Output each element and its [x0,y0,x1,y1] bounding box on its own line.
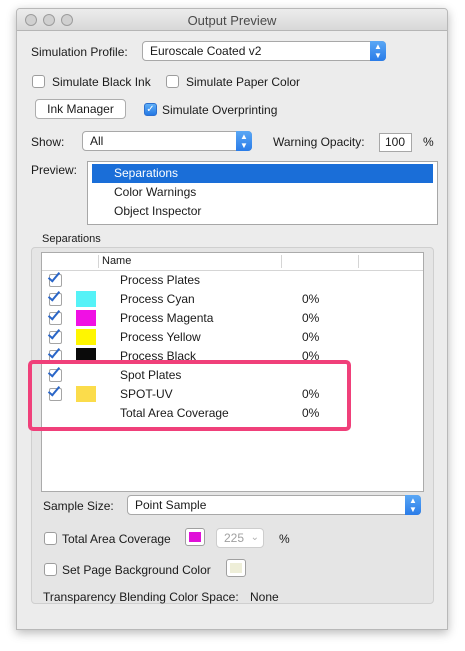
table-row-process-cyan[interactable]: Process Cyan 0% [42,288,423,309]
annotation-highlight [28,360,351,431]
simulate-black-ink-checkbox[interactable] [32,75,45,88]
simulation-profile-value: Euroscale Coated v2 [150,44,262,58]
simulate-overprinting-checkbox[interactable]: ✓ [144,103,157,116]
row-checkbox[interactable] [47,288,62,306]
ink-manager-button[interactable]: Ink Manager [35,99,126,119]
transparency-blending-value: None [250,590,279,604]
page-background-color-well[interactable] [226,559,246,577]
row-name: Process Cyan [120,292,195,306]
color-swatch [230,563,242,573]
sample-size-value: Point Sample [135,498,207,512]
simulate-paper-color-checkbox[interactable] [166,75,179,88]
set-page-background-checkbox[interactable] [44,563,57,576]
total-area-coverage-unit: % [279,532,290,546]
table-row-process-magenta[interactable]: Process Magenta 0% [42,307,423,328]
column-name-header[interactable]: Name [102,255,131,267]
updown-arrows-icon: ▲ ▼ [236,131,252,151]
checkmark-icon [47,345,61,359]
transparency-blending-label: Transparency Blending Color Space: [43,590,239,604]
table-row-process-plates[interactable]: Process Plates [42,269,423,290]
checkmark-icon [47,307,61,321]
color-swatch [189,532,201,542]
total-area-coverage-color-well[interactable] [185,528,205,546]
updown-arrows-icon: ▲ ▼ [405,495,421,515]
window-title: Output Preview [187,13,277,28]
sample-size-select[interactable]: Point Sample ▲ ▼ [127,495,421,515]
simulate-overprinting-label: Simulate Overprinting [162,103,278,117]
total-area-coverage-select[interactable]: 225 ⌄ [216,528,264,548]
total-area-coverage-checkbox[interactable] [44,532,57,545]
simulation-profile-select[interactable]: Euroscale Coated v2 ▲ ▼ [142,41,386,61]
yellow-swatch [76,329,96,345]
row-percentage: 0% [302,292,320,306]
preview-item-separations[interactable]: Separations [92,164,433,183]
checkmark-icon [47,288,61,302]
simulate-black-ink-label: Simulate Black Ink [52,75,151,89]
row-checkbox[interactable] [47,307,62,325]
column-divider [358,255,359,268]
table-row-process-yellow[interactable]: Process Yellow 0% [42,326,423,347]
separations-group-label: Separations [42,233,101,245]
row-percentage: 0% [302,311,320,325]
simulation-profile-label: Simulation Profile: [31,45,128,59]
show-value: All [90,134,104,148]
set-page-background-label: Set Page Background Color [62,563,211,577]
simulate-paper-color-label: Simulate Paper Color [186,75,301,89]
warning-opacity-label: Warning Opacity: [273,135,365,149]
magenta-swatch [76,310,96,326]
row-name: Process Plates [120,273,201,287]
chevron-down-icon: ⌄ [250,532,259,543]
preview-item-color-warnings[interactable]: Color Warnings [92,183,433,202]
row-checkbox[interactable] [47,269,62,287]
table-header: Name [42,253,423,271]
preview-label: Preview: [31,163,78,177]
total-area-coverage-label: Total Area Coverage [62,532,171,546]
row-percentage: 0% [302,330,320,344]
show-label: Show: [31,135,65,149]
preview-item-object-inspector[interactable]: Object Inspector [92,202,433,221]
sample-size-label: Sample Size: [43,499,114,513]
row-name: Process Magenta [120,311,214,325]
show-select[interactable]: All ▲ ▼ [82,131,252,151]
column-divider [281,255,282,268]
preview-listbox[interactable]: Separations Color Warnings Object Inspec… [87,161,438,225]
updown-arrows-icon: ▲ ▼ [370,41,386,61]
checkmark-icon [47,269,61,283]
warning-opacity-unit: % [423,135,434,149]
title-bar[interactable]: Output Preview [17,9,447,31]
cyan-swatch [76,291,96,307]
total-area-coverage-value: 225 [224,531,245,545]
row-checkbox[interactable] [47,326,62,344]
checkmark-icon [47,326,61,340]
column-divider [98,255,99,268]
output-preview-window: Output Preview Simulation Profile: Euros… [16,8,448,630]
row-name: Process Yellow [120,330,201,344]
warning-opacity-input[interactable]: 100 [379,133,412,152]
